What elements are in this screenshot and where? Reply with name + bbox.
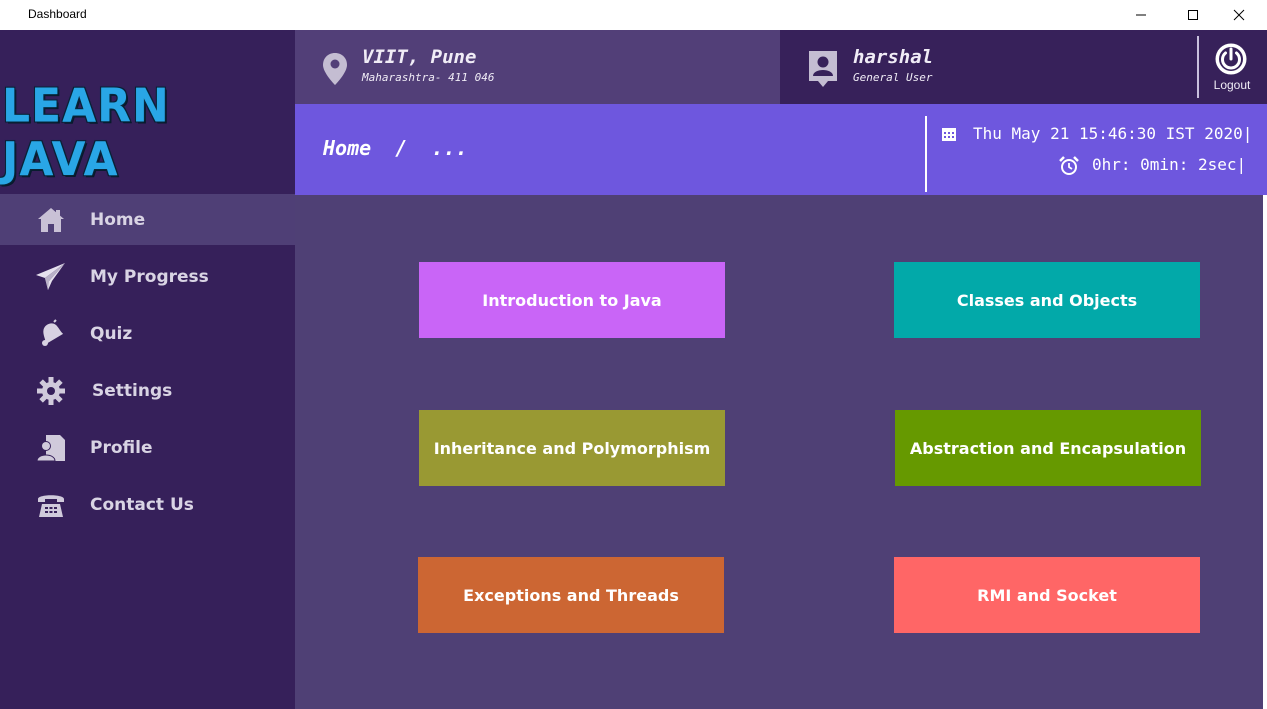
sidebar-item-settings[interactable]: Settings (0, 365, 295, 416)
location-title: VIIT, Pune (362, 46, 477, 68)
location-pin-icon (322, 52, 348, 90)
app-logo: LEARN JAVA (2, 79, 170, 187)
current-date-time: Thu May 21 15:46:30 IST 2020| (973, 124, 1253, 143)
bell-icon (35, 319, 67, 349)
home-icon (35, 205, 67, 235)
sidebar-item-my-progress[interactable]: My Progress (0, 251, 295, 302)
tile-introduction-to-java[interactable]: Introduction to Java (419, 262, 725, 338)
sidebar-nav: Home My Progress Quiz Settings Profile C… (0, 194, 295, 536)
sidebar-item-label: Home (90, 209, 146, 230)
close-icon (1233, 9, 1245, 21)
sidebar-item-contact-us[interactable]: Contact Us (0, 479, 295, 530)
maximize-icon (1188, 10, 1198, 20)
session-timer: 0hr: 0min: 2sec| (1092, 155, 1247, 174)
window-titlebar: Dashboard (0, 0, 1267, 30)
breadcrumb: Home / ... (323, 136, 468, 160)
sidebar-item-label: Contact Us (90, 494, 194, 515)
calendar-icon (941, 126, 957, 146)
tile-classes-and-objects[interactable]: Classes and Objects (894, 262, 1200, 338)
tile-rmi-and-socket[interactable]: RMI and Socket (894, 557, 1200, 633)
breadcrumb-divider (925, 116, 927, 192)
sidebar-item-home[interactable]: Home (0, 194, 295, 245)
power-icon (1214, 42, 1248, 80)
window-edge (1263, 195, 1267, 709)
user-role: General User (853, 71, 933, 84)
location-subtitle: Maharashtra- 411 046 (362, 71, 495, 84)
logout-label: Logout (1213, 78, 1251, 92)
sidebar-item-label: Profile (90, 437, 153, 458)
user-name: harshal (853, 46, 934, 68)
close-button[interactable] (1216, 0, 1262, 30)
sidebar-item-label: Quiz (90, 323, 133, 344)
tile-abstraction-and-encapsulation[interactable]: Abstraction and Encapsulation (895, 410, 1201, 486)
phone-icon (35, 490, 67, 520)
window-title: Dashboard (28, 7, 87, 21)
profile-icon (35, 433, 67, 463)
minimize-button[interactable] (1118, 0, 1164, 30)
tile-exceptions-and-threads[interactable]: Exceptions and Threads (418, 557, 724, 633)
maximize-button[interactable] (1170, 0, 1216, 30)
paper-plane-icon (35, 262, 67, 292)
tile-inheritance-and-polymorphism[interactable]: Inheritance and Polymorphism (419, 410, 725, 486)
sidebar-item-quiz[interactable]: Quiz (0, 308, 295, 359)
gear-icon (35, 376, 67, 406)
sidebar-item-profile[interactable]: Profile (0, 422, 295, 473)
sidebar-item-label: My Progress (90, 266, 209, 287)
sidebar: LEARN JAVA Home My Progress Quiz Setting… (0, 30, 295, 709)
logout-button[interactable]: Logout (1204, 36, 1260, 96)
user-icon (806, 50, 840, 92)
alarm-clock-icon (1059, 156, 1079, 180)
minimize-icon (1136, 14, 1146, 16)
header-divider (1197, 36, 1199, 98)
sidebar-item-label: Settings (92, 380, 173, 401)
